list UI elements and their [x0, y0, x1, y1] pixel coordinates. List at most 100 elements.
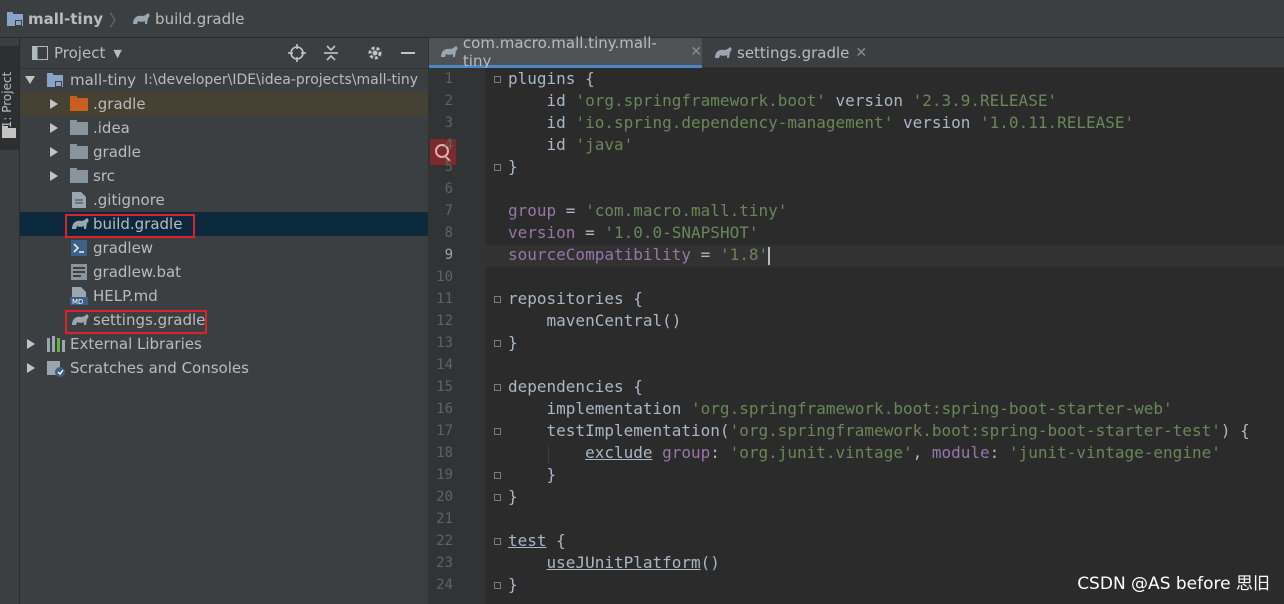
folder-icon — [70, 120, 88, 135]
fold-marker-icon[interactable] — [494, 582, 501, 589]
tree-item-label: .gitignore — [93, 191, 165, 209]
collapsed-arrow-icon[interactable] — [50, 123, 58, 133]
navigation-bar: mall-tiny 〉 build.gradle — [0, 0, 1284, 38]
gradle-icon — [440, 45, 458, 57]
breadcrumb-file-label: build.gradle — [155, 9, 245, 28]
tree-item-gradlew-bat[interactable]: gradlew.bat — [20, 260, 428, 284]
tree-item-idea[interactable]: .idea — [20, 116, 428, 140]
fold-marker-icon[interactable] — [494, 494, 501, 501]
breadcrumb-project[interactable]: mall-tiny — [6, 10, 103, 28]
code-line-12: mavenCentral() — [508, 311, 682, 330]
line-number: 15 — [436, 379, 453, 395]
collapsed-arrow-icon[interactable] — [50, 171, 58, 181]
tree-item-gitignore[interactable]: .gitignore — [20, 188, 428, 212]
tab-settings-gradle[interactable]: settings.gradle ✕ — [703, 38, 868, 68]
hide-panel-icon[interactable] — [400, 44, 416, 62]
code-line-9: sourceCompatibility = '1.8' — [508, 245, 771, 265]
line-number: 9 — [444, 247, 453, 263]
code-line-22: test { — [508, 531, 566, 550]
fold-marker-icon[interactable] — [494, 384, 501, 391]
collapsed-arrow-icon[interactable] — [27, 363, 35, 373]
scratches-icon — [47, 361, 65, 377]
line-number: 13 — [436, 335, 453, 351]
tree-item-gradle-dir[interactable]: .gradle — [20, 92, 428, 116]
tree-item-label: .idea — [93, 119, 130, 137]
excluded-folder-icon — [70, 96, 88, 111]
shell-script-icon — [71, 240, 87, 256]
tree-item-label: gradlew.bat — [93, 263, 182, 281]
line-number: 19 — [436, 467, 453, 483]
tree-item-gradlew[interactable]: gradlew — [20, 236, 428, 260]
fold-marker-icon[interactable] — [494, 76, 501, 83]
tree-root-path: I:\developer\IDE\idea-projects\mall-tiny — [144, 72, 419, 88]
line-number: 17 — [436, 423, 453, 439]
code-line-20: } — [508, 487, 518, 506]
fold-marker-icon[interactable] — [494, 296, 501, 303]
tab-label: com.macro.mall.tiny.mall-tiny — [462, 33, 657, 70]
code-line-1: plugins { — [508, 69, 595, 88]
collapsed-arrow-icon[interactable] — [50, 147, 58, 157]
code-editor[interactable]: 1 2 3 4 5 6 7 8 9 10 11 12 13 14 15 16 17 18 19 20 21 22 23 24 … — [429, 68, 1284, 604]
project-view-title[interactable]: Project — [54, 44, 105, 62]
fold-marker-icon[interactable] — [494, 538, 501, 545]
tree-item-external-libraries[interactable]: External Libraries — [20, 332, 428, 356]
tree-root-label: mall-tiny — [70, 71, 136, 89]
locate-icon[interactable] — [288, 44, 306, 62]
line-number: 1 — [444, 71, 453, 87]
close-icon[interactable]: ✕ — [855, 45, 867, 61]
line-number: 7 — [444, 203, 453, 219]
folder-icon — [70, 144, 88, 159]
tree-item-scratches[interactable]: Scratches and Consoles — [20, 356, 428, 380]
collapsed-arrow-icon[interactable] — [50, 99, 58, 109]
tree-item-help-md[interactable]: MD HELP.md — [20, 284, 428, 308]
line-number: 3 — [444, 115, 453, 131]
code-line-2: id 'org.springframework.boot' version '2… — [508, 91, 1058, 110]
expanded-arrow-icon[interactable] — [25, 76, 35, 84]
code-line-3: id 'io.spring.dependency-management' ver… — [508, 113, 1135, 132]
line-number: 6 — [444, 181, 453, 197]
code-line-23: useJUnitPlatform() — [546, 553, 720, 572]
tree-item-gradle-folder[interactable]: gradle — [20, 140, 428, 164]
close-icon[interactable]: ✕ — [690, 44, 702, 60]
tree-item-label: .gradle — [93, 95, 146, 113]
tab-build-gradle[interactable]: com.macro.mall.tiny.mall-tiny ✕ — [429, 34, 702, 70]
breadcrumb-file[interactable]: build.gradle — [131, 9, 245, 28]
line-number: 10 — [436, 269, 453, 285]
line-number: 24 — [436, 577, 453, 593]
tree-item-label: src — [93, 167, 115, 185]
breadcrumb-separator: 〉 — [109, 10, 126, 30]
fold-marker-icon[interactable] — [494, 340, 501, 347]
line-number: 5 — [444, 159, 453, 175]
code-line-17: testImplementation('org.springframework.… — [508, 421, 1250, 440]
svg-text:MD: MD — [72, 298, 83, 305]
batch-file-icon — [71, 264, 87, 280]
chevron-down-icon[interactable]: ▼ — [113, 47, 121, 60]
tree-item-root[interactable]: mall-tiny I:\developer\IDE\idea-projects… — [20, 68, 428, 92]
project-tool-window-button[interactable]: 1: Project — [0, 46, 19, 150]
line-number: 14 — [436, 357, 453, 373]
tree-item-src[interactable]: src — [20, 164, 428, 188]
line-number: 11 — [436, 291, 453, 307]
gear-icon[interactable] — [366, 44, 384, 62]
line-number: 22 — [436, 533, 453, 549]
code-line-18: exclude group: 'org.junit.vintage', modu… — [585, 443, 1221, 462]
code-line-19: } — [508, 465, 557, 484]
folder-icon — [70, 168, 88, 183]
library-icon — [47, 336, 65, 352]
code-line-16: implementation 'org.springframework.boot… — [508, 399, 1173, 418]
collapsed-arrow-icon[interactable] — [27, 339, 35, 349]
fold-marker-icon[interactable] — [494, 472, 501, 479]
module-folder-icon — [47, 73, 63, 87]
text-cursor — [768, 246, 771, 265]
fold-marker-icon[interactable] — [494, 164, 501, 171]
text-file-icon — [72, 192, 86, 208]
gradle-icon — [133, 12, 150, 24]
collapse-all-icon[interactable] — [322, 44, 340, 62]
fold-marker-icon[interactable] — [494, 428, 501, 435]
project-view-icon — [32, 46, 48, 60]
line-number: 8 — [444, 225, 453, 241]
annotation-box-build-gradle — [65, 214, 195, 238]
code-line-11: repositories { — [508, 289, 643, 308]
tree-item-label: gradle — [93, 143, 141, 161]
tree-item-label: gradlew — [93, 239, 154, 257]
